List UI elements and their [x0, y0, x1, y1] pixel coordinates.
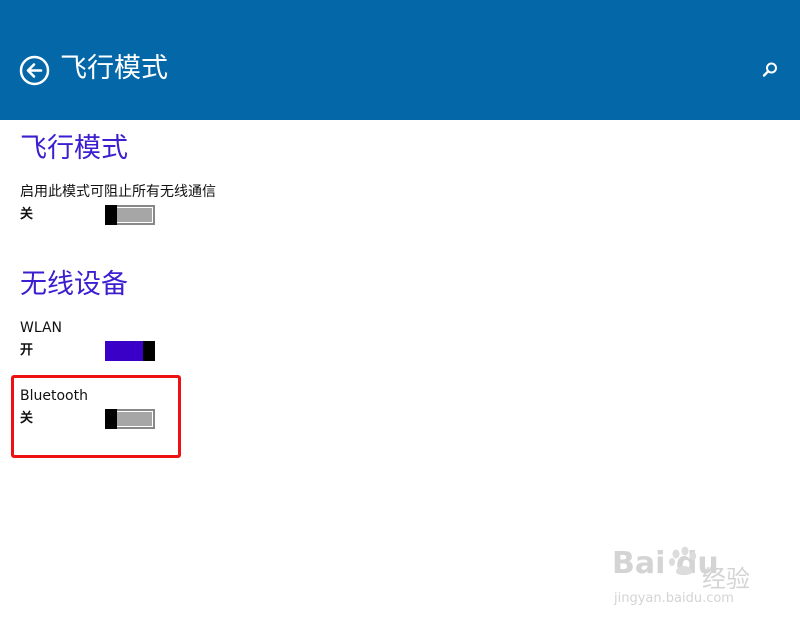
- wlan-label: WLAN: [20, 320, 63, 336]
- toggle-thumb[interactable]: [105, 205, 117, 225]
- bluetooth-highlight-box: [11, 375, 181, 458]
- page-title: 飞行模式: [60, 53, 168, 84]
- paw-icon: [669, 546, 697, 575]
- wireless-devices-section-title: 无线设备: [20, 269, 128, 300]
- back-arrow-circle-icon: [19, 55, 50, 86]
- airplane-mode-state: 关: [20, 207, 34, 222]
- wlan-toggle[interactable]: [105, 341, 155, 361]
- back-button[interactable]: [19, 55, 50, 86]
- search-button[interactable]: [760, 60, 780, 80]
- watermark-url-text: jingyan.baidu.com: [614, 591, 734, 606]
- watermark-cn-text: 经验: [702, 565, 750, 593]
- search-icon: [762, 62, 777, 77]
- wlan-state: 开: [20, 343, 34, 358]
- airplane-mode-section-title: 飞行模式: [20, 133, 128, 164]
- app-header: 飞行模式: [0, 0, 800, 120]
- toggle-thumb[interactable]: [143, 341, 155, 361]
- airplane-mode-toggle[interactable]: [105, 205, 155, 225]
- baidu-jingyan-watermark: Bai du 经验 jingyan.baidu.com: [612, 545, 762, 615]
- airplane-mode-description: 启用此模式可阻止所有无线通信: [20, 184, 216, 200]
- toggle-track: [105, 341, 143, 361]
